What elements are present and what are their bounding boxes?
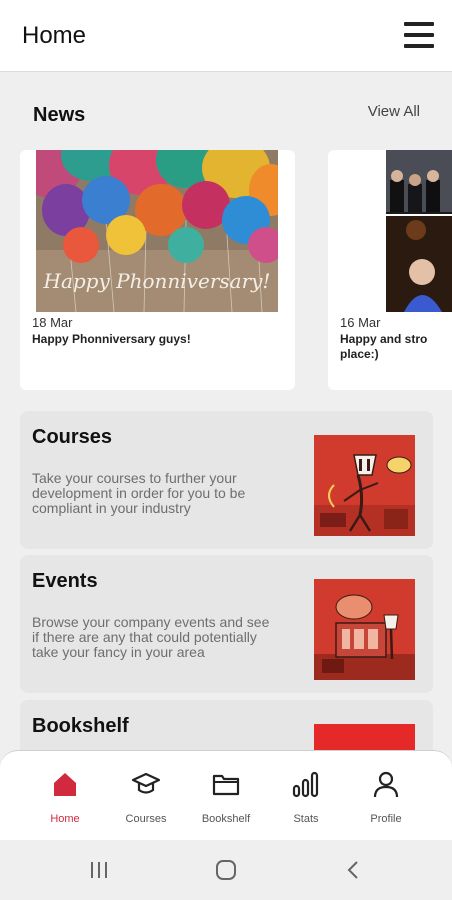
page-title: Home [22, 22, 87, 49]
news-caption: Happy and stro place:) [340, 332, 427, 362]
courses-illustration [314, 435, 415, 536]
home-icon [54, 773, 76, 796]
events-illustration [314, 579, 415, 680]
recent-apps-icon[interactable] [88, 859, 110, 881]
news-date: 16 Mar [340, 315, 381, 330]
bar-chart-icon [292, 771, 319, 798]
courses-card[interactable]: Courses Take your courses to further you… [20, 411, 433, 549]
news-date: 18 Mar [32, 315, 73, 330]
nav-profile[interactable]: Profile [346, 769, 426, 825]
news-section-title: News [33, 104, 86, 126]
events-description: Browse your company events and see if th… [32, 614, 270, 660]
news-caption: Happy Phonniversary guys! [32, 332, 191, 346]
nav-home-label: Home [50, 813, 80, 825]
graduation-cap-icon [131, 772, 161, 794]
back-icon[interactable] [343, 859, 365, 881]
nav-courses[interactable]: Courses [106, 769, 186, 825]
bottom-navigation: Home Courses Bookshelf Stats Profile [0, 750, 452, 840]
nav-courses-label: Courses [125, 813, 167, 825]
news-caption-line: place:) [340, 347, 379, 361]
news-card[interactable]: 16 Mar Happy and stro place:) [328, 150, 452, 390]
news-image-lettering: Happy Phonniversary! [43, 269, 271, 293]
news-caption-line: Happy and stro [340, 332, 428, 346]
courses-description: Take your courses to further your develo… [32, 470, 246, 516]
folder-icon [212, 774, 240, 796]
system-navigation-bar [0, 840, 452, 900]
events-card[interactable]: Events Browse your company events and se… [20, 555, 433, 693]
nav-home[interactable]: Home [25, 769, 105, 825]
nav-bookshelf-label: Bookshelf [201, 813, 251, 825]
events-title: Events [32, 570, 98, 592]
user-icon [373, 771, 399, 798]
courses-title: Courses [32, 426, 113, 448]
news-image-photos [386, 150, 452, 312]
bookshelf-title: Bookshelf [32, 715, 129, 737]
app-header: Home [0, 0, 452, 72]
home-button-icon[interactable] [215, 859, 237, 881]
nav-stats-label: Stats [293, 813, 319, 825]
nav-bookshelf[interactable]: Bookshelf [186, 769, 266, 825]
nav-stats[interactable]: Stats [266, 769, 346, 825]
hamburger-menu-icon[interactable] [404, 22, 434, 48]
view-all-link[interactable]: View All [368, 103, 420, 120]
news-image-balloons: Happy Phonniversary! [36, 150, 278, 312]
news-card[interactable]: Happy Phonniversary! 18 Mar Happy Phonni… [20, 150, 295, 390]
nav-profile-label: Profile [370, 813, 402, 825]
